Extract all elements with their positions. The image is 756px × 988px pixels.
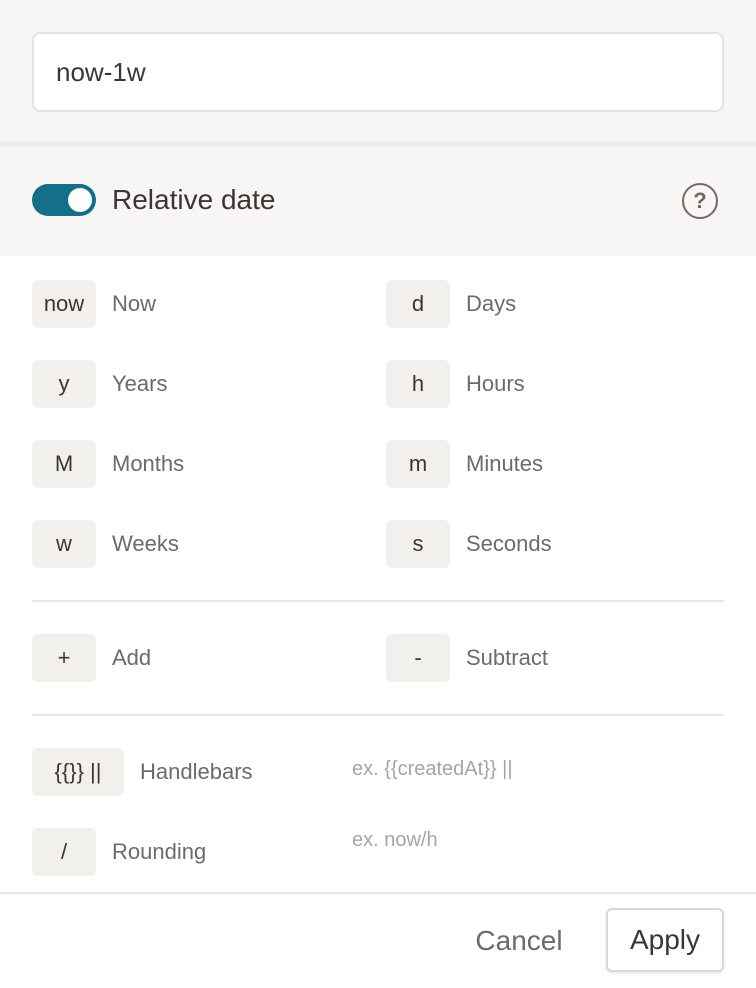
operator-label-subtract: Subtract	[466, 645, 548, 670]
apply-button[interactable]: Apply	[606, 908, 724, 972]
rounding-key[interactable]: /	[32, 828, 96, 876]
unit-label-years: Years	[112, 371, 168, 396]
operator-label-add: Add	[112, 645, 152, 670]
unit-label-weeks: Weeks	[112, 531, 179, 556]
date-expression-input[interactable]	[32, 32, 724, 112]
question-circle-icon[interactable]: ?	[682, 183, 718, 219]
units-divider	[32, 600, 724, 602]
input-section	[0, 0, 756, 142]
unit-label-hours: Hours	[466, 371, 525, 396]
unit-key-years[interactable]: y	[32, 360, 96, 408]
unit-label-minutes: Minutes	[466, 451, 544, 476]
unit-key-hours[interactable]: h	[386, 360, 450, 408]
unit-key-weeks[interactable]: w	[32, 520, 96, 568]
rounding-label: Rounding	[112, 839, 207, 864]
unit-key-months[interactable]: M	[32, 440, 96, 488]
footer-divider	[0, 892, 756, 894]
operator-key-subtract[interactable]: -	[386, 634, 450, 682]
operators-divider	[32, 714, 724, 716]
unit-label-days: Days	[466, 291, 517, 316]
unit-label-now: Now	[112, 291, 157, 316]
relative-date-header: Relative date ?	[0, 146, 756, 256]
toggle-knob	[68, 188, 92, 212]
unit-key-days[interactable]: d	[386, 280, 450, 328]
handlebars-hint: ex. {{createdAt}} ||	[352, 758, 513, 780]
unit-key-seconds[interactable]: s	[386, 520, 450, 568]
handlebars-label: Handlebars	[140, 759, 253, 784]
cancel-button[interactable]: Cancel	[460, 910, 578, 972]
relative-date-label: Relative date	[112, 184, 276, 215]
unit-label-months: Months	[112, 451, 185, 476]
relative-date-toggle[interactable]	[32, 184, 96, 216]
rounding-hint: ex. now/h	[352, 829, 438, 851]
unit-key-minutes[interactable]: m	[386, 440, 450, 488]
operator-key-add[interactable]: +	[32, 634, 96, 682]
unit-label-seconds: Seconds	[466, 531, 552, 556]
handlebars-key[interactable]: {{}} ||	[32, 748, 124, 796]
unit-key-now[interactable]: now	[32, 280, 96, 328]
